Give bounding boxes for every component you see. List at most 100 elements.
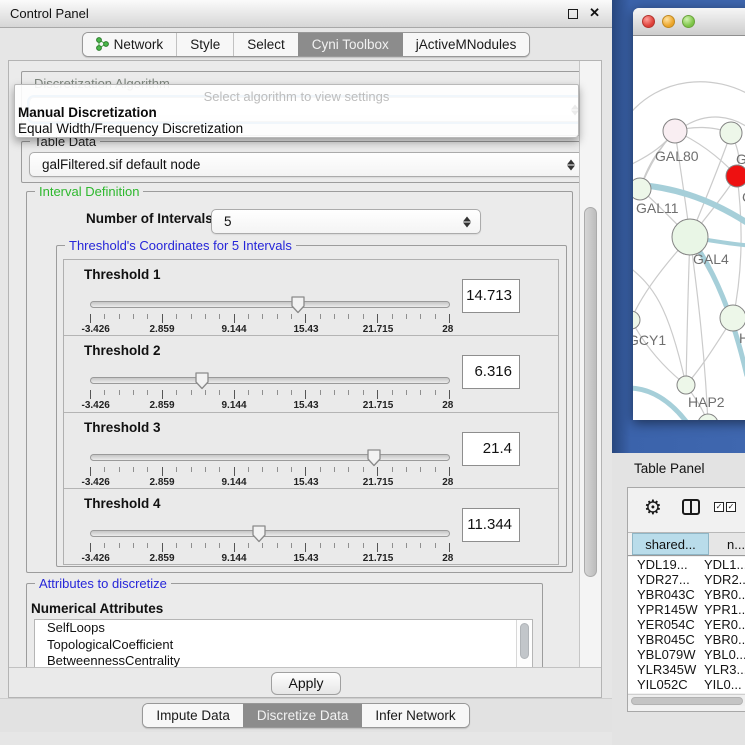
tab-style[interactable]: Style — [176, 33, 233, 56]
slider-thumb[interactable] — [290, 295, 306, 314]
threshold-coordinates-title: Threshold's Coordinates for 5 Intervals — [65, 238, 296, 253]
algorithm-dropdown-popup: Select algorithm to view settings Manual… — [14, 84, 579, 138]
network-edge — [633, 266, 686, 385]
tab-select[interactable]: Select — [233, 33, 298, 56]
control-panel: Control Panel ✕ NetworkStyleSelect Cyni T… — [0, 0, 612, 745]
table-header-row: shared... n... — [628, 532, 745, 556]
cell-shared-name: YIL052C — [628, 677, 704, 692]
table-row[interactable]: YBR043CYBR0... — [628, 587, 745, 602]
table-row[interactable]: YPR145WYPR1... — [628, 602, 745, 617]
algorithm-option-equal-width-frequency-discretization[interactable]: Equal Width/Frequency Discretization — [17, 121, 574, 136]
panel-title: Control Panel — [10, 6, 89, 21]
attribute-item[interactable]: TopologicalCoefficient — [35, 637, 532, 654]
zoom-traffic-light-icon[interactable] — [682, 15, 695, 28]
threshold-value-field[interactable]: 21.4 — [462, 432, 520, 466]
threshold-label: Threshold 4 — [84, 496, 161, 511]
slider-thumb[interactable] — [194, 371, 210, 390]
table-toolbar: ⚙ ✓ ✓ — [628, 488, 745, 530]
cell-shared-name: YPR145W — [628, 602, 704, 617]
column-header-shared-name[interactable]: shared... — [632, 533, 709, 555]
cell-name: YDL1... — [704, 557, 745, 572]
network-node[interactable] — [672, 219, 708, 255]
cell-shared-name: YDR27... — [628, 572, 704, 587]
table-data-value: galFiltered.sif default node — [42, 157, 200, 172]
number-of-intervals-combobox[interactable]: 5 — [211, 209, 481, 234]
attributes-items: SelfLoopsTopologicalCoefficientBetweenne… — [35, 620, 532, 667]
column-header-name[interactable]: n... — [709, 533, 745, 555]
interval-definition-title: Interval Definition — [35, 184, 143, 199]
checkbox-icon: ✓ — [714, 502, 724, 512]
attributes-scrollbar[interactable] — [516, 620, 532, 667]
tab-jactivemnodules[interactable]: jActiveMNodules — [402, 33, 530, 56]
table-row[interactable]: YBL079WYBL0... — [628, 647, 745, 662]
cell-name: YDR2... — [704, 572, 745, 587]
select-columns-icon[interactable]: ✓ ✓ — [714, 502, 736, 512]
tab-discretize-data[interactable]: Discretize Data — [243, 704, 362, 727]
top-tab-row: NetworkStyleSelect Cyni Toolbox jActiveMNo… — [0, 28, 612, 60]
network-node[interactable] — [663, 119, 687, 143]
threshold-value-field[interactable]: 11.344 — [462, 508, 520, 542]
network-node[interactable] — [677, 376, 695, 394]
table-horizontal-scrollbar[interactable] — [628, 694, 745, 706]
slider-track[interactable] — [90, 454, 450, 461]
table-row[interactable]: YDL19...YDL1... — [628, 557, 745, 572]
table-row[interactable]: YIL052CYIL0... — [628, 677, 745, 692]
close-traffic-light-icon[interactable] — [642, 15, 655, 28]
apply-button[interactable]: Apply — [271, 672, 341, 695]
slider-track[interactable] — [90, 301, 450, 308]
scrollbar-thumb[interactable] — [520, 623, 529, 659]
float-window-icon[interactable] — [568, 9, 578, 19]
close-icon[interactable]: ✕ — [589, 5, 600, 21]
tab-impute-data[interactable]: Impute Data — [143, 704, 243, 727]
slider-thumb[interactable] — [366, 448, 382, 467]
threshold-panel-1: Threshold 1-3.4262.8599.14415.4321.71528… — [64, 260, 558, 336]
network-edge — [633, 82, 745, 116]
table-data-combobox[interactable]: galFiltered.sif default node — [29, 152, 585, 177]
tab-infer-network[interactable]: Infer Network — [361, 704, 468, 727]
network-node[interactable] — [720, 122, 742, 144]
number-of-intervals-value: 5 — [224, 214, 232, 229]
cell-shared-name: YBL079W — [628, 647, 704, 662]
threshold-slider[interactable]: -3.4262.8599.14415.4321.71528 — [90, 296, 450, 334]
content-scrollbar[interactable] — [579, 61, 601, 667]
split-columns-icon[interactable] — [682, 499, 700, 515]
threshold-slider[interactable]: -3.4262.8599.14415.4321.71528 — [90, 449, 450, 487]
slider-ticks — [90, 314, 450, 324]
attribute-item[interactable]: BetweennessCentrality — [35, 653, 532, 667]
algorithm-option-manual-discretization[interactable]: Manual Discretization — [17, 105, 574, 120]
threshold-slider[interactable]: -3.4262.8599.14415.4321.71528 — [90, 372, 450, 410]
numerical-attributes-list[interactable]: SelfLoopsTopologicalCoefficientBetweenne… — [34, 619, 533, 667]
threshold-panel-4: Threshold 4 -3.4262.8599.14415.4321.71528… — [64, 489, 558, 564]
attributes-title: Attributes to discretize — [35, 576, 171, 591]
table-row[interactable]: YBR045CYBR0... — [628, 632, 745, 647]
threshold-value-field[interactable]: 6.316 — [462, 355, 520, 389]
network-icon — [96, 37, 109, 51]
slider-track[interactable] — [90, 377, 450, 384]
tab-network[interactable]: Network — [83, 33, 177, 56]
network-edge — [686, 237, 690, 385]
slider-tick-labels: -3.4262.8599.14415.4321.71528 — [90, 324, 450, 336]
table-row[interactable]: YLR345WYLR3... — [628, 662, 745, 677]
network-node[interactable] — [633, 311, 640, 329]
minimize-traffic-light-icon[interactable] — [662, 15, 675, 28]
scrollbar-thumb[interactable] — [584, 207, 597, 577]
network-node[interactable] — [726, 165, 745, 187]
tab-cyni-toolbox[interactable]: Cyni Toolbox — [298, 33, 402, 56]
tab-label: Cyni Toolbox — [312, 37, 389, 52]
table-row[interactable]: YDR27...YDR2... — [628, 572, 745, 587]
scrollbar-thumb[interactable] — [631, 697, 743, 705]
network-node[interactable] — [633, 178, 651, 200]
network-canvas[interactable]: GAL80GACGAL11GAL4GCY1HHAP2 — [633, 36, 745, 420]
tab-label: jActiveMNodules — [416, 37, 517, 52]
attribute-item[interactable]: SelfLoops — [35, 620, 532, 637]
slider-track[interactable] — [90, 530, 450, 537]
slider-thumb[interactable] — [251, 524, 267, 543]
network-node[interactable] — [698, 414, 718, 420]
network-node[interactable] — [720, 305, 745, 331]
cyni-toolbox-panel: Discretization Algorithm Select algorith… — [8, 60, 602, 698]
cell-name: YER0... — [704, 617, 745, 632]
gear-icon[interactable]: ⚙ — [644, 495, 662, 519]
table-row[interactable]: YER054CYER0... — [628, 617, 745, 632]
threshold-slider[interactable]: -3.4262.8599.14415.4321.71528 — [90, 525, 450, 563]
threshold-value-field[interactable]: 14.713 — [462, 279, 520, 313]
